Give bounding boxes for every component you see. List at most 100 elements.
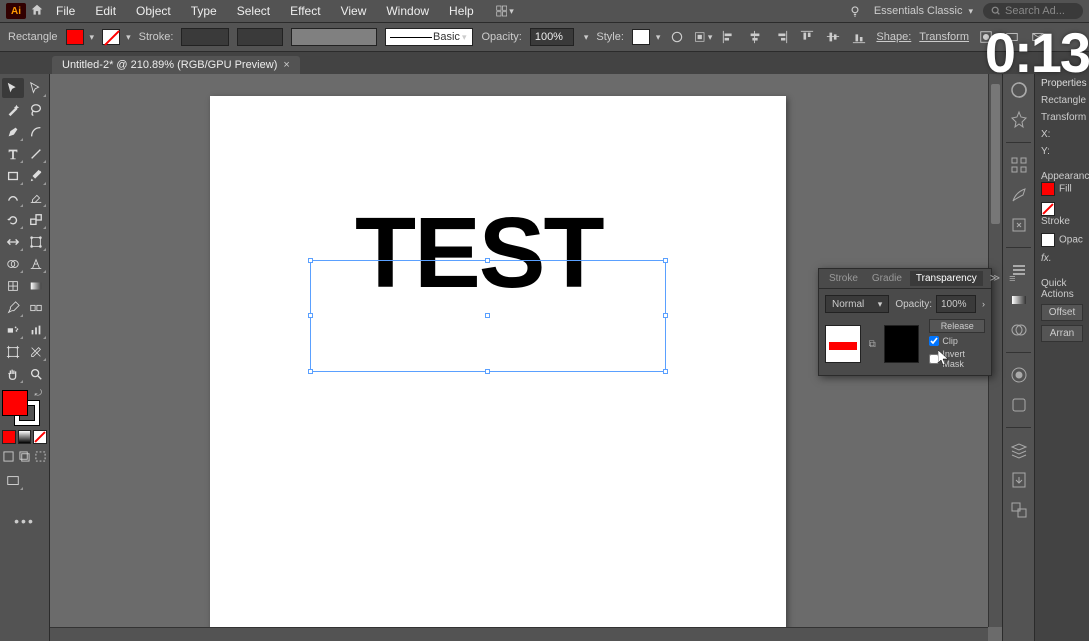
align-hcenter-icon[interactable] bbox=[746, 28, 764, 46]
align-doc-icon[interactable]: ▾ bbox=[694, 28, 712, 46]
menu-object[interactable]: Object bbox=[128, 2, 179, 20]
mask-thumbnail[interactable] bbox=[884, 325, 920, 363]
menu-view[interactable]: View bbox=[333, 2, 375, 20]
transform-label[interactable]: Transform bbox=[919, 31, 969, 43]
draw-normal-icon[interactable] bbox=[2, 450, 15, 463]
color-mode-gradient[interactable] bbox=[18, 430, 32, 444]
variable-width-profile[interactable] bbox=[291, 28, 377, 46]
quick-action-offset[interactable]: Offset bbox=[1041, 304, 1083, 321]
properties-fx[interactable]: fx. bbox=[1041, 253, 1083, 264]
symbols-panel-icon[interactable] bbox=[1009, 215, 1029, 235]
eraser-tool[interactable] bbox=[26, 188, 48, 208]
panel-menu-icon[interactable]: ≡ bbox=[1005, 273, 1019, 285]
horizontal-scrollbar[interactable] bbox=[50, 627, 988, 641]
align-right-icon[interactable] bbox=[772, 28, 790, 46]
align-vcenter-icon[interactable] bbox=[824, 28, 842, 46]
draw-behind-icon[interactable] bbox=[18, 450, 31, 463]
tab-transparency[interactable]: Transparency bbox=[910, 271, 983, 286]
brushes-panel-icon[interactable] bbox=[1009, 185, 1029, 205]
handle-top-middle[interactable] bbox=[485, 258, 490, 263]
arrange-docs-icon[interactable]: ▾ bbox=[496, 2, 514, 20]
menu-file[interactable]: File bbox=[48, 2, 83, 20]
column-graph-tool[interactable] bbox=[26, 320, 48, 340]
appearance-panel-icon[interactable] bbox=[1009, 365, 1029, 385]
asset-export-panel-icon[interactable] bbox=[1009, 470, 1029, 490]
menu-window[interactable]: Window bbox=[378, 2, 437, 20]
shape-builder-tool[interactable] bbox=[2, 254, 24, 274]
curvature-tool[interactable] bbox=[26, 122, 48, 142]
mesh-tool[interactable] bbox=[2, 276, 24, 296]
stroke-width-dropdown[interactable] bbox=[237, 28, 283, 46]
menu-effect[interactable]: Effect bbox=[282, 2, 328, 20]
pen-tool[interactable] bbox=[2, 122, 24, 142]
release-mask-button[interactable]: Release bbox=[929, 319, 985, 333]
align-left-icon[interactable] bbox=[720, 28, 738, 46]
selection-center-point[interactable] bbox=[485, 313, 490, 318]
rotate-tool[interactable] bbox=[2, 210, 24, 230]
perspective-grid-tool[interactable] bbox=[26, 254, 48, 274]
swap-fill-stroke-icon[interactable]: ⤾ bbox=[35, 388, 43, 399]
properties-fill-row[interactable]: Fill bbox=[1041, 182, 1083, 196]
recolor-icon[interactable] bbox=[668, 28, 686, 46]
mask-link-icon[interactable]: ⧉ bbox=[867, 339, 878, 350]
draw-inside-icon[interactable] bbox=[34, 450, 47, 463]
menu-type[interactable]: Type bbox=[183, 2, 225, 20]
panel-opacity-field[interactable]: 100% bbox=[936, 295, 976, 313]
style-swatch[interactable]: ▾ bbox=[632, 29, 661, 45]
line-tool[interactable] bbox=[26, 144, 48, 164]
properties-stroke-row[interactable]: Stroke bbox=[1041, 202, 1083, 227]
magic-wand-tool[interactable] bbox=[2, 100, 24, 120]
clip-checkbox[interactable]: Clip bbox=[929, 336, 985, 346]
free-transform-tool[interactable] bbox=[26, 232, 48, 252]
shape-label[interactable]: Shape: bbox=[876, 31, 911, 43]
blend-mode-select[interactable]: Normal ▾ bbox=[825, 295, 889, 313]
gradient-panel-icon[interactable] bbox=[1009, 290, 1029, 310]
tab-stroke[interactable]: Stroke bbox=[823, 271, 864, 286]
close-tab-icon[interactable]: × bbox=[283, 59, 289, 71]
stroke-weight-field[interactable] bbox=[181, 28, 229, 46]
edit-toolbar-icon[interactable]: ••• bbox=[2, 513, 47, 529]
layers-panel-icon[interactable] bbox=[1009, 440, 1029, 460]
home-icon[interactable] bbox=[30, 3, 44, 20]
selection-box[interactable] bbox=[310, 260, 666, 372]
graphic-styles-panel-icon[interactable] bbox=[1009, 395, 1029, 415]
search-input[interactable]: Search Ad... bbox=[983, 3, 1083, 19]
align-bottom-icon[interactable] bbox=[850, 28, 868, 46]
brush-definition[interactable]: Basic▾ bbox=[385, 28, 473, 46]
gradient-tool[interactable] bbox=[26, 276, 48, 296]
transparency-floating-panel[interactable]: Stroke Gradie Transparency ≫ ≡ Normal ▾ … bbox=[818, 268, 992, 376]
tab-gradient[interactable]: Gradie bbox=[866, 271, 908, 286]
screen-mode-icon[interactable] bbox=[2, 471, 24, 491]
swatches-panel-icon[interactable] bbox=[1009, 155, 1029, 175]
direct-selection-tool[interactable] bbox=[26, 78, 48, 98]
width-tool[interactable] bbox=[2, 232, 24, 252]
artboard-tool[interactable] bbox=[2, 342, 24, 362]
color-guide-panel-icon[interactable] bbox=[1009, 110, 1029, 130]
color-mode-solid[interactable] bbox=[2, 430, 16, 444]
document-tab[interactable]: Untitled-2* @ 210.89% (RGB/GPU Preview) … bbox=[52, 56, 300, 74]
rectangle-tool[interactable] bbox=[2, 166, 24, 186]
hand-tool[interactable] bbox=[2, 364, 24, 384]
fill-color-box[interactable] bbox=[2, 390, 28, 416]
handle-bottom-right[interactable] bbox=[663, 369, 668, 374]
opacity-arrow[interactable]: ▾ bbox=[584, 32, 589, 43]
lightbulb-icon[interactable] bbox=[846, 2, 864, 20]
lasso-tool[interactable] bbox=[26, 100, 48, 120]
slice-tool[interactable] bbox=[26, 342, 48, 362]
eyedropper-tool[interactable] bbox=[2, 298, 24, 318]
menu-help[interactable]: Help bbox=[441, 2, 482, 20]
color-mode-none[interactable] bbox=[33, 430, 47, 444]
properties-y[interactable]: Y: bbox=[1041, 146, 1083, 157]
fill-swatch[interactable]: ▾ bbox=[66, 29, 95, 45]
scale-tool[interactable] bbox=[26, 210, 48, 230]
panel-collapse-icon[interactable]: ≫ bbox=[987, 273, 1003, 284]
shaper-tool[interactable] bbox=[2, 188, 24, 208]
selection-tool[interactable] bbox=[2, 78, 24, 98]
handle-middle-left[interactable] bbox=[308, 313, 313, 318]
stroke-swatch[interactable]: ▾ bbox=[102, 29, 131, 45]
panel-opacity-arrow[interactable]: › bbox=[982, 299, 985, 309]
artboards-panel-icon[interactable] bbox=[1009, 500, 1029, 520]
align-top-icon[interactable] bbox=[798, 28, 816, 46]
mask-source-thumbnail[interactable] bbox=[825, 325, 861, 363]
handle-bottom-middle[interactable] bbox=[485, 369, 490, 374]
